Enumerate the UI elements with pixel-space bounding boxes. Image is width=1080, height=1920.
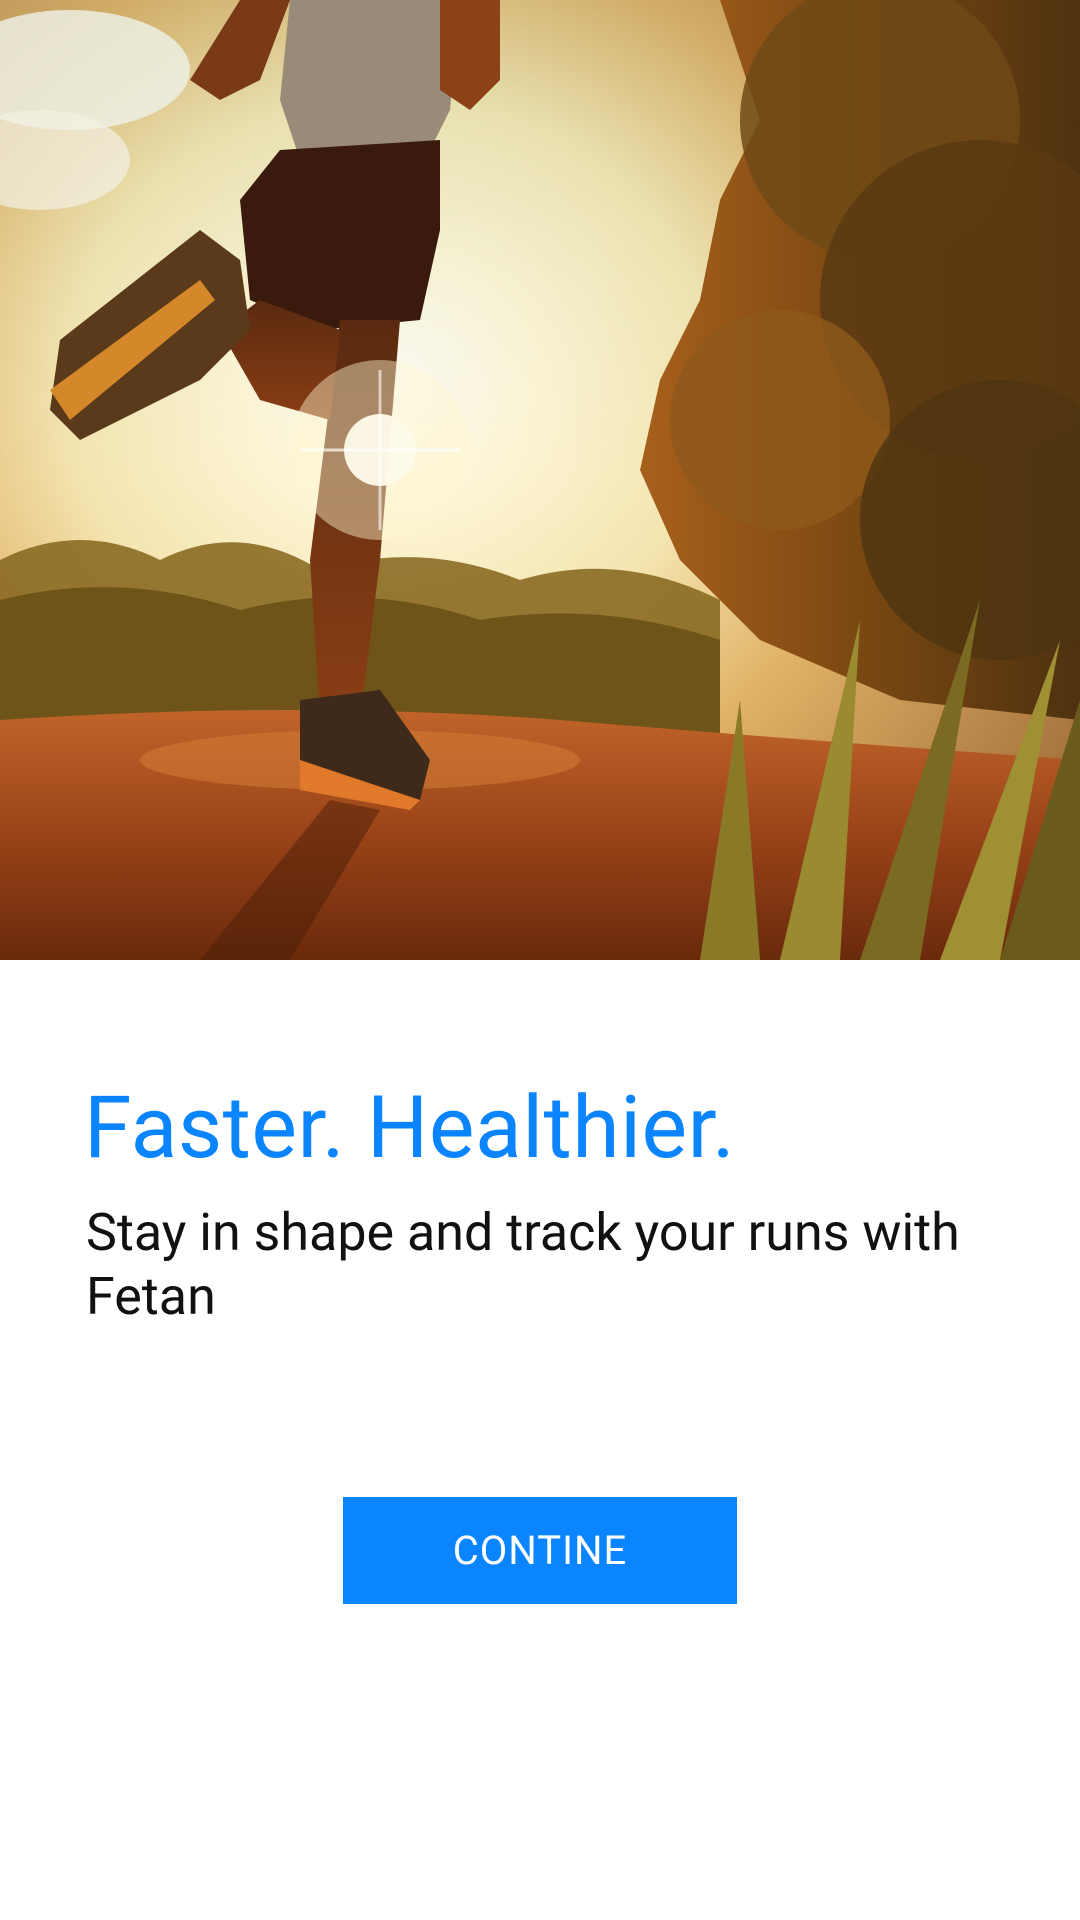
headline: Faster. Healthier. [84,1077,736,1178]
continue-button[interactable]: CONTINE [343,1497,737,1604]
onboarding-text: Faster. Healthier. Stay in shape and tra… [84,1075,1014,1329]
runner-photo-illustration [0,0,1080,960]
onboarding-screen: Faster. Healthier. Stay in shape and tra… [0,0,1080,1920]
hero-image [0,0,1080,960]
subtitle: Stay in shape and track your runs with F… [86,1202,960,1327]
